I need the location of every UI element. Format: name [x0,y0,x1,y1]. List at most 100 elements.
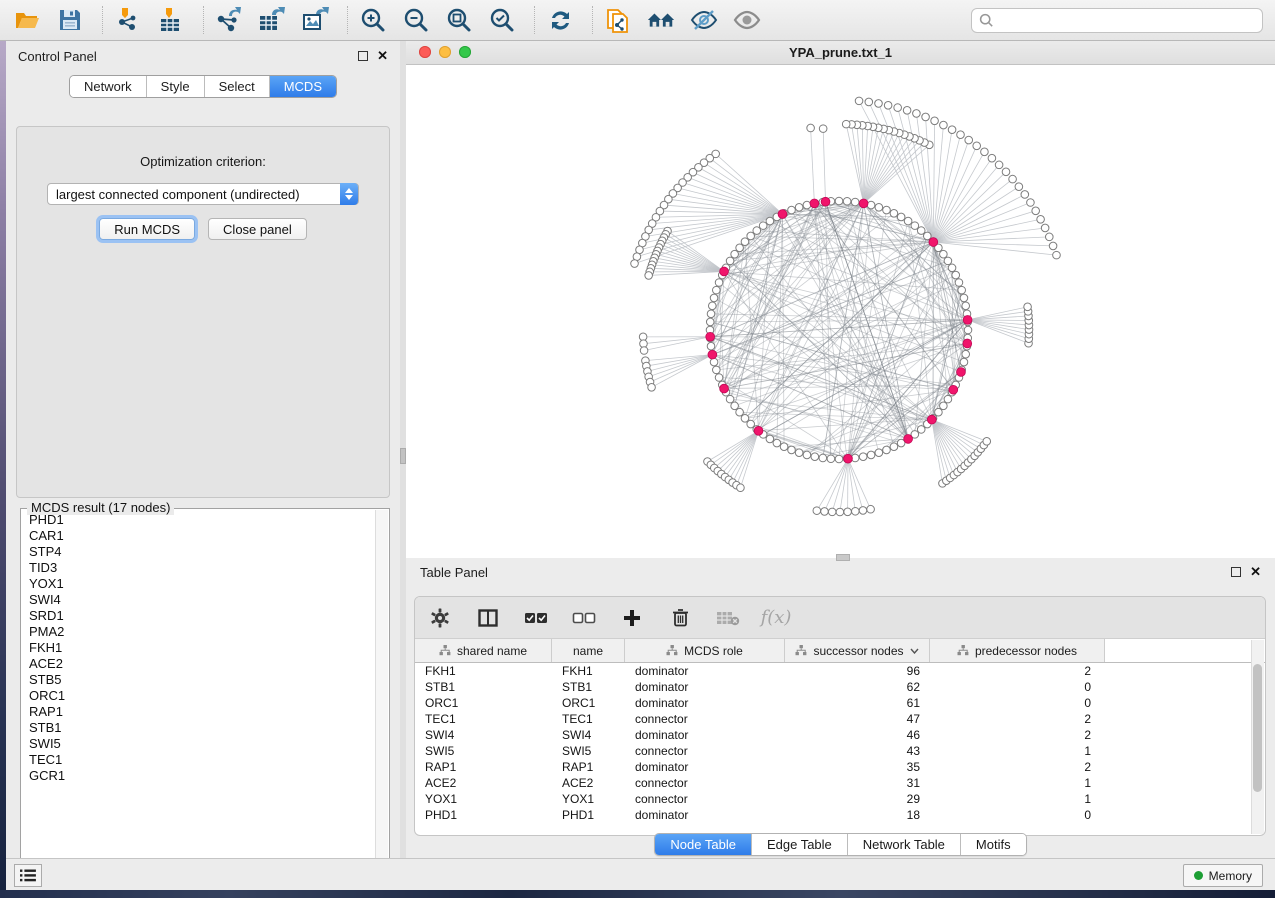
graph-node[interactable] [713,366,721,374]
graph-node[interactable] [741,415,749,423]
graph-node[interactable] [747,232,755,240]
graph-node[interactable] [911,222,919,230]
zoom-selected-button[interactable] [487,5,517,35]
graph-node[interactable] [1032,207,1040,215]
graph-hub-node[interactable] [720,384,729,393]
column-header-successor-nodes[interactable]: successor nodes [785,639,930,662]
graph-node[interactable] [995,161,1003,169]
delete-column-button[interactable] [667,605,693,631]
table-row[interactable]: SWI4SWI4dominator462 [415,727,1265,743]
graph-node[interactable] [904,217,912,225]
graph-node[interactable] [965,136,973,144]
graph-hub-node[interactable] [929,238,938,247]
graph-hub-node[interactable] [957,368,966,377]
graph-node[interactable] [759,222,767,230]
graph-node[interactable] [988,154,996,162]
show-details-button[interactable] [732,5,762,35]
graph-node[interactable] [855,97,863,105]
graph-node[interactable] [819,125,827,133]
deselect-all-button[interactable] [571,605,597,631]
graph-node[interactable] [836,508,844,516]
graph-node[interactable] [835,455,843,463]
graph-node[interactable] [788,206,796,214]
close-table-panel-icon[interactable]: ✕ [1250,567,1261,577]
tab-node-table[interactable]: Node Table [655,834,752,855]
table-scrollbar[interactable] [1251,640,1264,834]
graph-node[interactable] [1041,224,1049,232]
graph-node[interactable] [883,206,891,214]
zoom-fit-button[interactable] [444,5,474,35]
graph-node[interactable] [1027,199,1035,207]
search-input[interactable] [994,13,1255,28]
graph-node[interactable] [940,250,948,258]
mcds-result-item[interactable]: SWI5 [25,736,373,752]
graph-node[interactable] [1015,183,1023,191]
column-header-shared-name[interactable]: shared name [415,639,552,662]
graph-node[interactable] [952,271,960,279]
mcds-result-item[interactable]: SWI4 [25,592,373,608]
graph-node[interactable] [715,374,723,382]
graph-node[interactable] [795,449,803,457]
export-network-button[interactable] [214,5,244,35]
graph-node[interactable] [819,454,827,462]
graph-node[interactable] [922,113,930,121]
graph-node[interactable] [875,100,883,108]
graph-node[interactable] [707,310,715,318]
import-table-button[interactable] [156,5,186,35]
graph-node[interactable] [828,508,836,516]
mcds-result-item[interactable]: YOX1 [25,576,373,592]
table-row[interactable]: RAP1RAP1dominator352 [415,759,1265,775]
houses-button[interactable] [646,5,676,35]
graph-node[interactable] [788,446,796,454]
graph-node[interactable] [766,217,774,225]
export-table-button[interactable] [257,5,287,35]
mcds-result-item[interactable]: TEC1 [25,752,373,768]
graph-hub-node[interactable] [706,332,715,341]
table-row[interactable]: SWI5SWI5connector431 [415,743,1265,759]
float-table-panel-icon[interactable] [1231,567,1241,577]
graph-node[interactable] [940,121,948,129]
save-button[interactable] [55,5,85,35]
graph-node[interactable] [884,102,892,110]
network-window-titlebar[interactable]: YPA_prune.txt_1 [406,41,1275,65]
graph-node[interactable] [948,126,956,134]
graph-hub-node[interactable] [904,435,913,444]
graph-node[interactable] [1002,168,1010,176]
close-panel-button[interactable]: Close panel [208,218,307,240]
mcds-result-item[interactable]: STB5 [25,672,373,688]
graph-node[interactable] [962,302,970,310]
mcds-result-item[interactable]: CAR1 [25,528,373,544]
graph-node[interactable] [962,350,970,358]
graph-node[interactable] [753,227,761,235]
graph-node[interactable] [736,408,744,416]
graph-node[interactable] [944,395,952,403]
graph-hub-node[interactable] [754,426,763,435]
graph-node[interactable] [1053,251,1061,259]
mcds-result-item[interactable]: FKH1 [25,640,373,656]
graph-node[interactable] [803,451,811,459]
show-columns-button[interactable] [475,605,501,631]
graph-node[interactable] [917,426,925,434]
graph-node[interactable] [957,131,965,139]
graph-node[interactable] [726,395,734,403]
select-all-button[interactable] [523,605,549,631]
graph-node[interactable] [780,443,788,451]
graph-node[interactable] [631,260,639,268]
share-document-button[interactable] [603,5,633,35]
mcds-result-item[interactable]: ORC1 [25,688,373,704]
graph-node[interactable] [710,358,718,366]
graph-hub-node[interactable] [708,350,717,359]
tab-network[interactable]: Network [70,76,147,97]
graph-node[interactable] [867,201,875,209]
graph-hub-node[interactable] [927,415,936,424]
graph-node[interactable] [1049,242,1057,250]
column-header-name[interactable]: name [552,639,625,662]
mcds-result-item[interactable]: PHD1 [25,512,373,528]
graph-node[interactable] [747,420,755,428]
refresh-button[interactable] [545,5,575,35]
tab-mcds[interactable]: MCDS [270,76,336,97]
table-scrollbar-thumb[interactable] [1253,664,1262,792]
graph-node[interactable] [865,98,873,106]
graph-node[interactable] [843,197,851,205]
table-row[interactable]: ACE2ACE2connector311 [415,775,1265,791]
